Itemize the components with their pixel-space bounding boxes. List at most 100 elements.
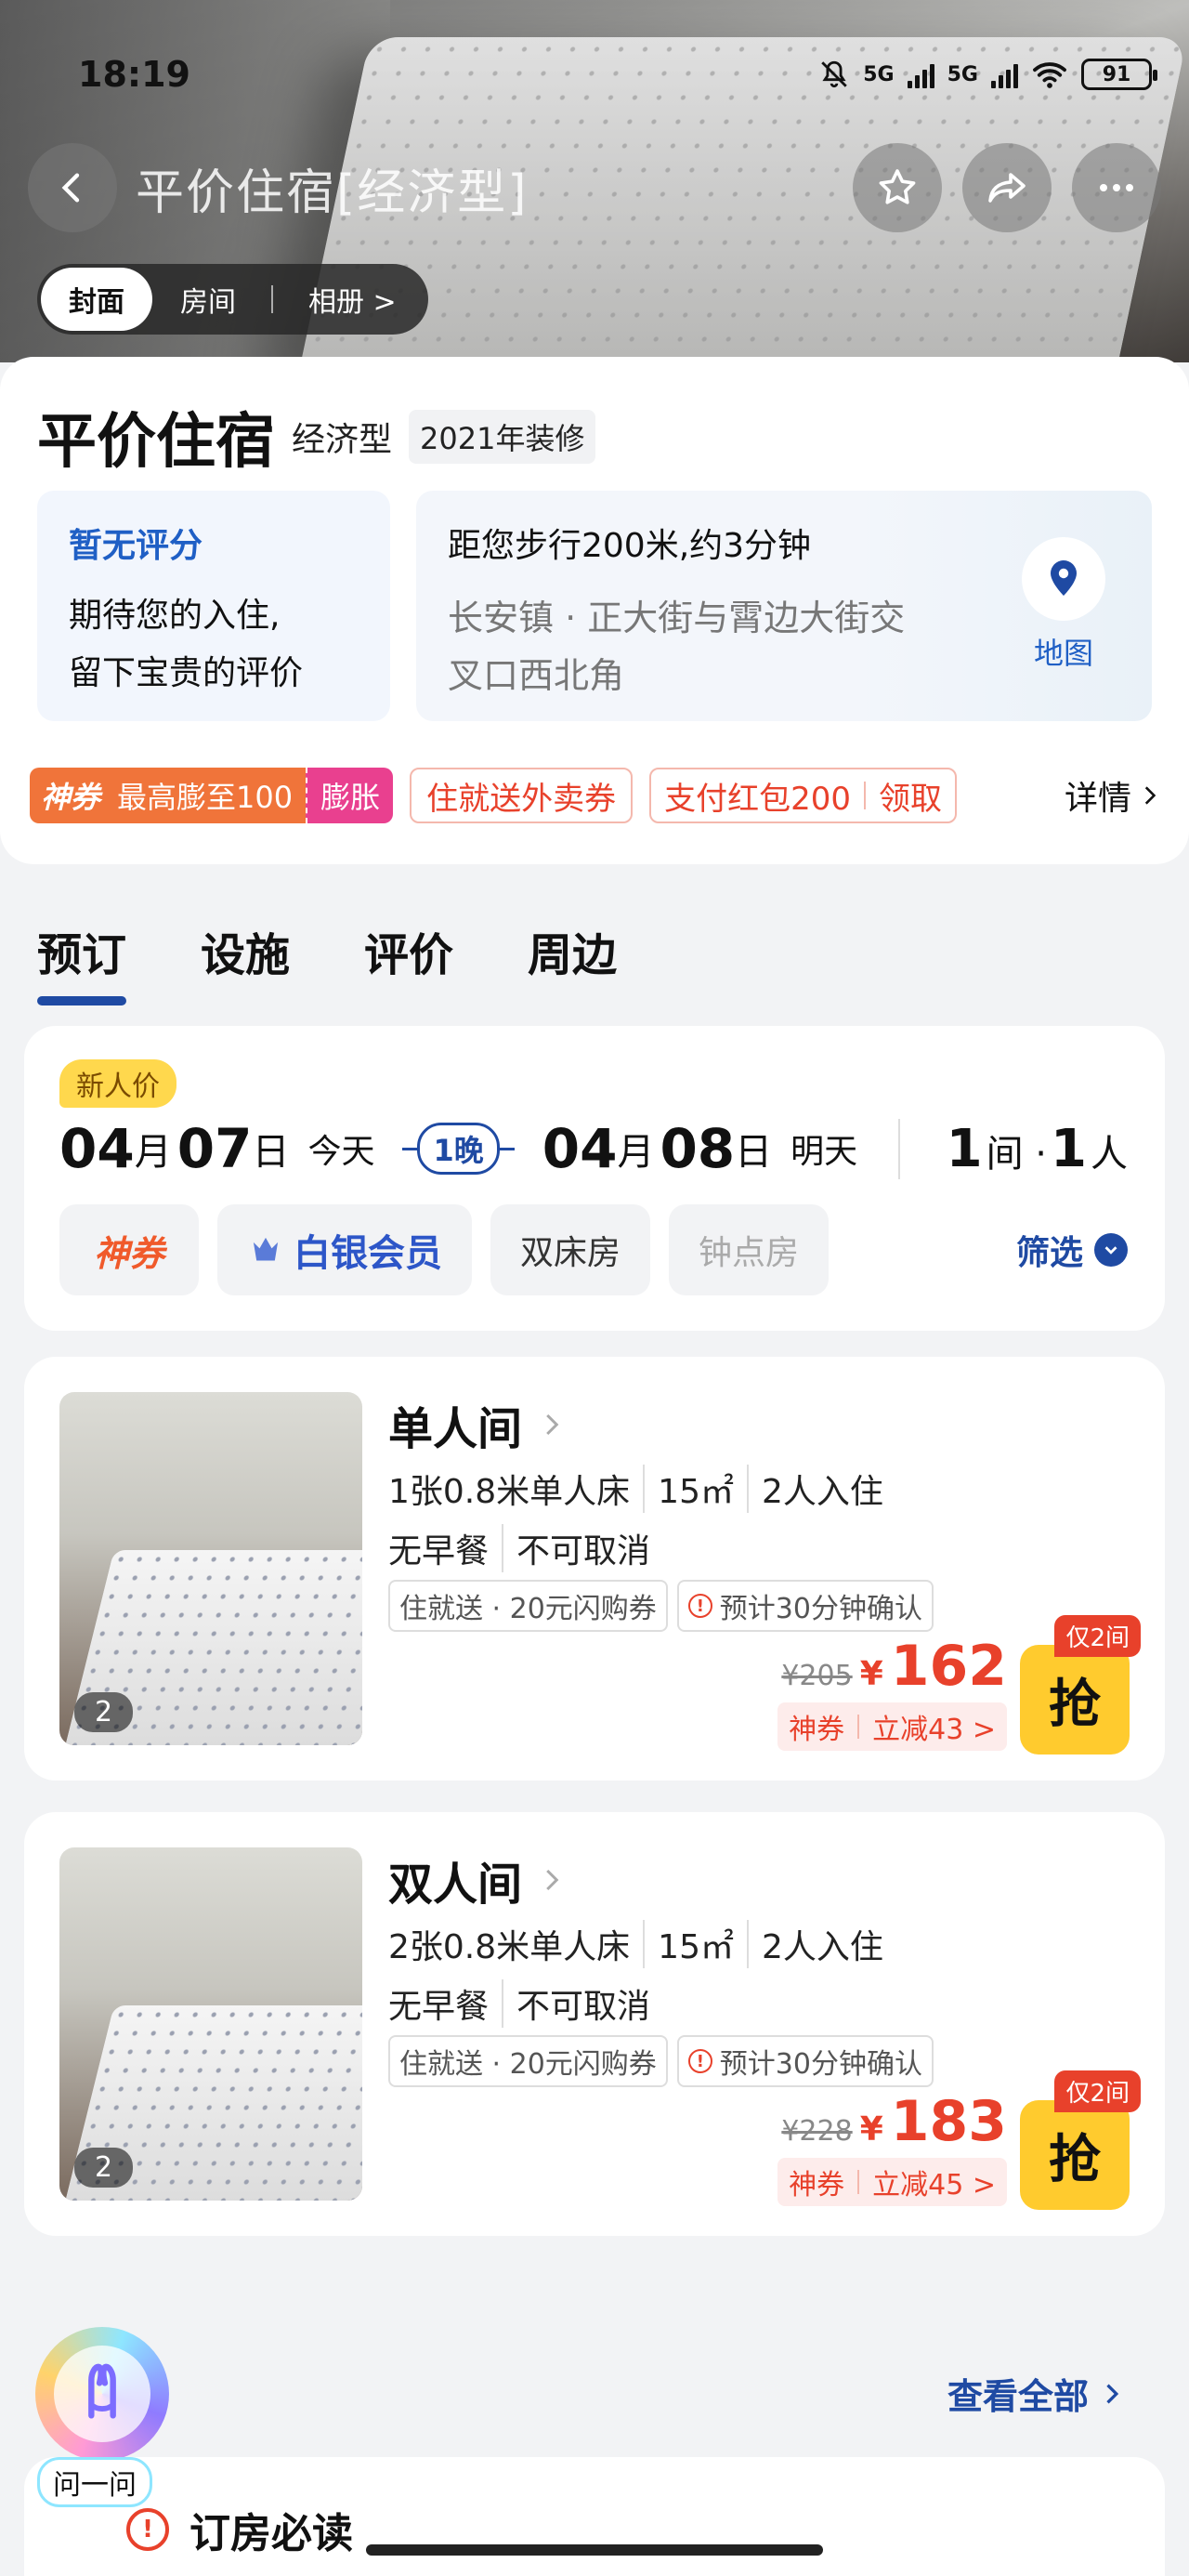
discount-label: 神券 [789,1714,845,1746]
more-icon [1100,184,1133,191]
currency-symbol: ¥ [859,2110,883,2149]
room-name: 双人间 [388,1859,523,1911]
current-price: 183 [890,2089,1007,2154]
discount-label: 神券 [789,2169,845,2201]
address-line-2: 叉口西北角 [448,655,625,696]
gift-tag: 住就送 · 20元闪购券 [388,1580,668,1632]
date-selector[interactable]: 04 月 07 日 今天 1晚 04 月 08 日 明天 1 间 · 1 人 [59,1111,1128,1186]
assistant-button[interactable] [35,2327,169,2461]
more-button[interactable] [1072,143,1161,232]
alert-icon: ! [687,2049,712,2073]
discount-value: 立减43 > [872,1714,996,1746]
discount-badge[interactable]: 神券 立减43 > [777,1702,1007,1751]
silver-label: 白银会员 [294,1232,442,1275]
checkin-month-unit: 月 [134,1131,172,1174]
room-photo[interactable]: 2 [59,1847,362,2201]
view-all-rooms-link[interactable]: 查看全部 [947,2368,1124,2419]
favorite-button[interactable] [853,143,942,232]
discount-value: 立减45 > [872,2169,996,2201]
tab-nearby[interactable]: 周边 [528,918,617,1005]
nights-indicator: 1晚 [402,1123,515,1175]
redpacket-label: 支付红包200 [664,780,852,818]
room-policy: 无早餐 不可取消 [388,1524,650,1572]
checkin-day-unit: 日 [252,1131,290,1174]
hero-tab-rooms[interactable]: 房间 [152,268,264,331]
map-pin-icon [1051,560,1077,596]
coupon-row: 神券 最高膨至100 膨胀 住就送外卖券 支付红包200 领取 详情 [30,766,1161,825]
booking-notice-card[interactable]: ! 订房必读 [24,2457,1165,2576]
back-button[interactable] [28,143,117,232]
guest-selector[interactable]: 1 间 · 1 人 [897,1118,1128,1179]
original-price: ¥205 [781,1660,853,1692]
photo-count: 2 [74,2148,134,2188]
filter-shenquan[interactable]: 神券 [59,1204,199,1295]
rating-line-1: 期待您的入住, [69,597,281,635]
original-price: ¥228 [781,2115,853,2148]
checkin-day: 07 [176,1117,253,1180]
filter-label: 筛选 [1015,1234,1083,1272]
filter-row: 神券 白银会员 双床房 钟点房 筛选 [59,1204,1128,1295]
room-specs: 2张0.8米单人床 15㎡ 2人入住 [388,1920,883,1968]
map-label: 地图 [1033,636,1093,671]
status-bar: 18:19 5G 5G 91 [78,48,1157,100]
hotel-name: 平价住宿 [37,408,275,477]
filter-button[interactable]: 筛选 [1016,1226,1128,1274]
room-photo[interactable]: 2 [59,1392,362,1745]
hero-photo[interactable]: 18:19 5G 5G 91 平价住宿[经济型] 封面 房间 相册 > [0,0,1189,362]
share-button[interactable] [962,143,1052,232]
rooms-unit: 间 · [986,1132,1048,1176]
rooms-count: 1 [946,1118,983,1179]
people-count: 1 [1051,1118,1087,1179]
rating-line-2: 留下宝贵的评价 [69,654,304,692]
filter-twin-room[interactable]: 双床房 [490,1204,651,1295]
book-button[interactable]: 抢 [1020,1645,1130,1755]
checkout-day-unit: 日 [735,1131,773,1174]
tab-facilities[interactable]: 设施 [201,918,290,1005]
hero-tab-cover[interactable]: 封面 [41,268,152,331]
assistant-label[interactable]: 问一问 [37,2457,152,2507]
map-button[interactable]: 地图 [1013,537,1115,673]
room-policy: 无早餐 不可取消 [388,1979,650,2028]
area-spec: 15㎡ [643,1465,734,1513]
cancel-policy: 不可取消 [502,1524,650,1572]
redpacket-coupon[interactable]: 支付红包200 领取 [649,768,958,823]
hero-tab-album[interactable]: 相册 > [281,268,425,331]
filter-hourly-room[interactable]: 钟点房 [669,1204,830,1295]
new-user-badge: 新人价 [59,1059,176,1108]
share-icon [988,173,1026,203]
delivery-coupon[interactable]: 住就送外卖券 [410,768,634,823]
section-tabs: 预订 设施 评价 周边 [37,918,617,1005]
signal-icon-2 [991,60,1018,88]
bed-spec: 2张0.8米单人床 [388,1928,631,1966]
chevron-right-icon [546,1413,559,1436]
wifi-icon [1033,62,1066,88]
nights-count: 1晚 [417,1123,500,1175]
discount-badge[interactable]: 神券 立减45 > [777,2158,1007,2206]
confirm-tag: ! 预计30分钟确认 [676,1580,934,1632]
alert-icon: ! [687,1594,712,1618]
hotel-type: 经济型 [292,421,393,459]
chevron-right-icon [1144,786,1156,805]
chevron-right-icon [546,1869,559,1891]
coupon-details-link[interactable]: 详情 [1065,771,1161,820]
room-price: ¥228 ¥ 183 [781,2089,1007,2154]
network-label-2: 5G [947,62,978,86]
home-indicator[interactable] [366,2544,823,2556]
tab-reviews[interactable]: 评价 [364,918,453,1005]
room-card[interactable]: 2 双人间 2张0.8米单人床 15㎡ 2人入住 无早餐 不可取消 住就送 · … [24,1812,1165,2236]
notice-title: 订房必读 [189,2510,353,2557]
battery-icon: 91 [1081,59,1157,90]
book-button[interactable]: 抢 [1020,2100,1130,2210]
room-card[interactable]: 2 单人间 1张0.8米单人床 15㎡ 2人入住 无早餐 不可取消 住就送 · … [24,1357,1165,1781]
nav-title: 平价住宿[经济型] [136,164,529,221]
rating-box[interactable]: 暂无评分 期待您的入住, 留下宝贵的评价 [37,491,390,721]
chevron-right-icon [1106,2384,1119,2403]
chevron-down-icon [1104,1246,1117,1255]
shenquan-coupon[interactable]: 神券 最高膨至100 膨胀 [30,768,394,823]
filter-silver-member[interactable]: 白银会员 [217,1204,472,1295]
tab-booking[interactable]: 预订 [37,918,127,1005]
location-box[interactable]: 距您步行200米,约3分钟 长安镇 · 正大街与霄边大街交 叉口西北角 地图 [416,491,1152,721]
chevron-left-icon [61,173,80,203]
scarcity-badge: 仅2间 [1054,1615,1141,1657]
signal-icon [907,60,934,88]
